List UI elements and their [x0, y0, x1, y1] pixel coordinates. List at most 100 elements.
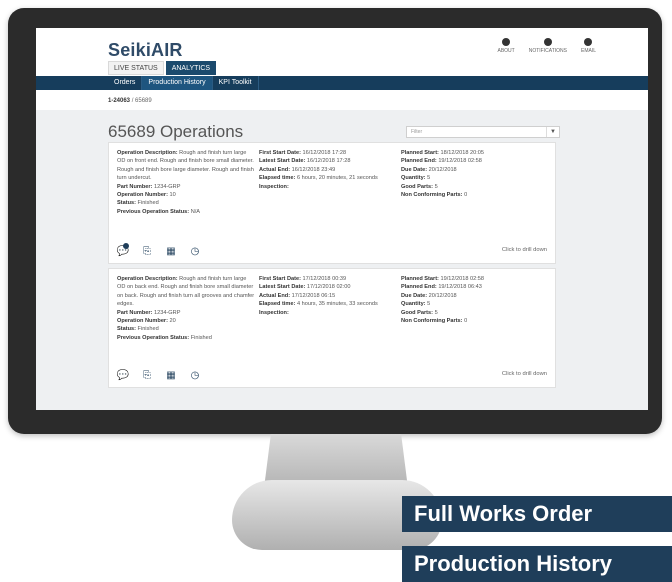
value: 16/12/2018 17:28 [302, 150, 347, 156]
label: Latest Start Date: [259, 158, 306, 165]
operation-card[interactable]: Operation Description: Rough and finish … [108, 142, 556, 264]
breadcrumb-parent[interactable]: 1-24063 [108, 98, 130, 104]
label: Operation Description: [117, 276, 178, 282]
card-footer: 💬 ⎘ ▦ ◷ Click to drill down [117, 369, 547, 381]
value: 0 [464, 192, 468, 199]
about-label: ABOUT [497, 48, 515, 54]
label: Operation Number: [117, 318, 168, 325]
banner-production-history: Production History [402, 546, 672, 582]
value: 17/12/2018 06:15 [291, 292, 336, 299]
value: Finished [137, 326, 159, 333]
label: Elapsed time: [259, 301, 296, 308]
top-tabs: LIVE STATUS ANALYTICS [108, 61, 217, 75]
page-title: 65689 Operations [108, 122, 244, 141]
copy-icon[interactable]: ⎘ [141, 245, 153, 257]
card-col-planning: Planned Start: 19/12/2018 02:58 Planned … [401, 275, 551, 325]
banner-full-works-order: Full Works Order [402, 496, 672, 532]
brand-text: SeikiAIR [108, 40, 183, 60]
label: First Start Date: [259, 276, 301, 282]
comment-icon[interactable]: 💬 [117, 369, 129, 381]
card-footer: 💬 ⎘ ▦ ◷ Click to drill down [117, 243, 547, 257]
value: 20/12/2018 [428, 292, 457, 299]
value: 19/12/2018 02:58 [440, 276, 485, 282]
breadcrumb-current: 65689 [135, 98, 152, 104]
label: Good Parts: [401, 309, 434, 316]
value: 1234-GRP [154, 183, 181, 190]
value: 16/12/2018 17:28 [306, 158, 351, 165]
label: Non Conforming Parts: [401, 318, 463, 325]
email-button[interactable]: EMAIL [581, 38, 596, 54]
label: Inspection: [259, 183, 289, 190]
tab-analytics[interactable]: ANALYTICS [165, 61, 217, 75]
label: Inspection: [259, 309, 289, 316]
label: Planned End: [401, 284, 437, 291]
value: 20/12/2018 [428, 166, 457, 173]
email-label: EMAIL [580, 48, 596, 54]
brand-logo: SeikiAIR [108, 40, 183, 61]
chevron-down-icon[interactable]: ▼ [546, 127, 559, 137]
monitor-frame: SeikiAIR LIVE STATUS ANALYTICS ABOUT NOT… [8, 8, 662, 434]
label: Good Parts: [401, 183, 434, 190]
value: 17/12/2018 00:39 [302, 276, 347, 282]
card-col-dates: First Start Date: 16/12/2018 17:28 Lates… [259, 149, 397, 191]
table-icon[interactable]: ▦ [165, 245, 177, 257]
about-icon [502, 38, 511, 46]
value: 19/12/2018 02:58 [438, 158, 482, 165]
bell-icon [543, 38, 552, 46]
value: 10 [169, 192, 176, 199]
label: Planned Start: [401, 276, 439, 282]
subnav-orders[interactable]: Orders [108, 76, 143, 90]
subnav-kpi-toolkit[interactable]: KPI Toolkit [213, 76, 259, 90]
value: 5 [427, 175, 431, 182]
label: Planned End: [401, 158, 437, 165]
value: 17/12/2018 02:00 [306, 284, 351, 291]
label: Latest Start Date: [259, 284, 306, 291]
label: Actual End: [259, 166, 291, 173]
card-col-planning: Planned Start: 18/12/2018 20:05 Planned … [401, 149, 551, 199]
drill-down-link[interactable]: Click to drill down [502, 371, 547, 377]
sub-navigation: Orders Production History KPI Toolkit [36, 76, 648, 90]
breadcrumb: 1-24063 / 65689 [108, 98, 152, 104]
card-col-dates: First Start Date: 17/12/2018 00:39 Lates… [259, 275, 397, 317]
user-icon [584, 38, 593, 46]
label: Status: [117, 326, 136, 333]
filter-placeholder: Filter [411, 129, 423, 135]
tab-live-status[interactable]: LIVE STATUS [108, 61, 164, 75]
about-button[interactable]: ABOUT [498, 38, 515, 54]
filter-select[interactable]: Filter ▼ [406, 126, 560, 138]
label: Due Date: [401, 292, 428, 299]
clock-icon[interactable]: ◷ [189, 369, 201, 381]
label: Operation Number: [117, 192, 168, 199]
label: Previous Operation Status: [117, 334, 190, 341]
label: Quantity: [401, 175, 426, 182]
notifications-button[interactable]: NOTIFICATIONS [529, 38, 567, 54]
card-col-description: Operation Description: Rough and finish … [117, 275, 255, 342]
card-actions: 💬 ⎘ ▦ ◷ [117, 369, 201, 381]
card-col-description: Operation Description: Rough and finish … [117, 149, 255, 216]
label: Operation Description: [117, 150, 178, 156]
value: 0 [464, 318, 468, 325]
value: 5 [434, 309, 438, 316]
value: 20 [169, 318, 176, 325]
copy-icon[interactable]: ⎘ [141, 369, 153, 381]
comment-icon[interactable]: 💬 [117, 243, 129, 257]
label: Part Number: [117, 309, 153, 316]
label: Non Conforming Parts: [401, 192, 463, 199]
clock-icon[interactable]: ◷ [189, 245, 201, 257]
app-screen: SeikiAIR LIVE STATUS ANALYTICS ABOUT NOT… [36, 28, 648, 410]
value: 19/12/2018 06:43 [438, 284, 482, 291]
subnav-production-history[interactable]: Production History [142, 76, 213, 90]
value: 1234-GRP [154, 309, 181, 316]
card-actions: 💬 ⎘ ▦ ◷ [117, 243, 201, 257]
label: First Start Date: [259, 150, 301, 156]
value: Finished [137, 200, 159, 207]
comment-badge [123, 243, 129, 249]
label: Status: [117, 200, 136, 207]
table-icon[interactable]: ▦ [165, 369, 177, 381]
drill-down-link[interactable]: Click to drill down [502, 247, 547, 253]
value: 16/12/2018 23:49 [291, 166, 336, 173]
value: 6 hours, 20 minutes, 21 seconds [296, 175, 378, 182]
operation-card[interactable]: Operation Description: Rough and finish … [108, 268, 556, 388]
value: 5 [427, 301, 431, 308]
header-icons: ABOUT NOTIFICATIONS EMAIL [498, 38, 596, 54]
